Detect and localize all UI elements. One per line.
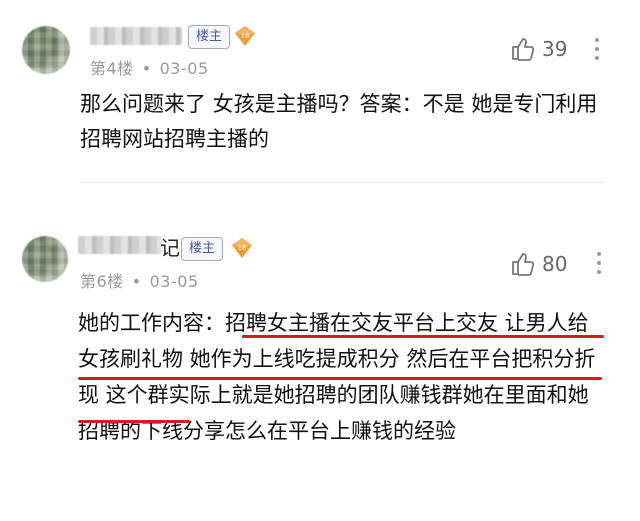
- highlight-underline: [242, 335, 604, 338]
- svg-text:18: 18: [238, 244, 247, 252]
- floor-number: 第6楼: [80, 272, 124, 291]
- thumbs-up-icon: [512, 253, 535, 276]
- comment-post-2: 记 楼主 18 第6楼 • 03-05 80 她的工作内容：招聘女主播在交友平台上交…: [0, 0, 640, 521]
- level-diamond-icon: 18: [232, 238, 252, 258]
- post-date: 03-05: [149, 272, 199, 291]
- username-blurred[interactable]: [78, 236, 162, 254]
- username-tail[interactable]: 记: [160, 232, 180, 261]
- owner-badge: 楼主: [181, 237, 224, 261]
- like-button[interactable]: 80: [510, 251, 567, 277]
- avatar[interactable]: [22, 236, 68, 282]
- highlight-underline: [78, 420, 190, 423]
- more-vertical-icon[interactable]: [596, 252, 602, 279]
- post-meta: 第6楼 • 03-05: [80, 272, 199, 291]
- like-count: 80: [542, 252, 568, 276]
- highlight-underline: [78, 377, 602, 380]
